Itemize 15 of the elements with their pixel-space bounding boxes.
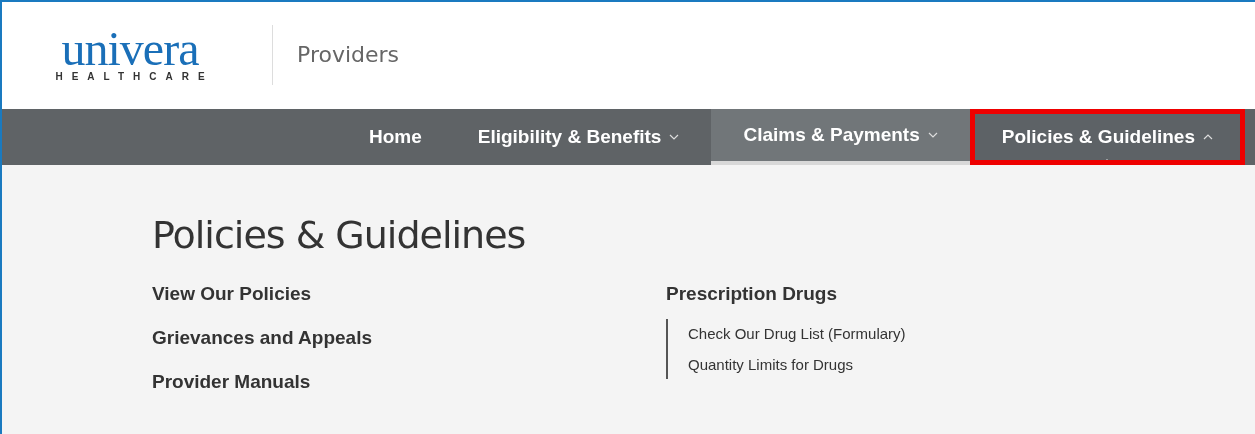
menu-link[interactable]: Provider Manuals	[152, 371, 666, 393]
site-name: Providers	[297, 42, 400, 67]
menu-link[interactable]: Prescription Drugs	[666, 283, 906, 305]
chevron-down-icon	[669, 134, 680, 140]
chevron-down-icon	[927, 132, 938, 138]
logo-wordmark: univera	[61, 27, 199, 71]
logo[interactable]: univera HEALTHCARE	[36, 27, 224, 82]
submenu-link[interactable]: Check Our Drug List (Formulary)	[688, 325, 906, 342]
chevron-up-icon	[1203, 134, 1213, 140]
menu-link[interactable]: View Our Policies	[152, 283, 666, 305]
nav-tab[interactable]: Claims & Payments	[711, 109, 970, 165]
menu-title: Policies & Guidelines	[152, 213, 527, 257]
menu-link[interactable]: Grievances and Appeals	[152, 327, 666, 349]
submenu-link[interactable]: Quantity Limits for Drugs	[688, 356, 906, 373]
logo-tagline: HEALTHCARE	[55, 71, 214, 82]
